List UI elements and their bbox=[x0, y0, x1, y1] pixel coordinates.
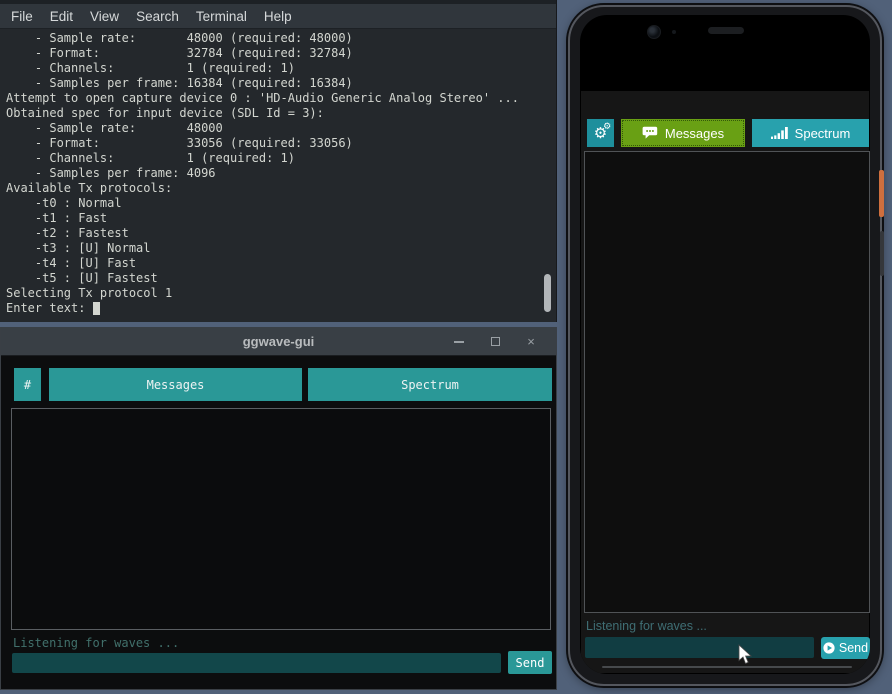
phone-settings-button[interactable]: ⚙⚙ bbox=[587, 119, 614, 147]
maximize-button[interactable] bbox=[484, 332, 506, 352]
menu-edit[interactable]: Edit bbox=[50, 9, 73, 24]
phone-tab-spectrum[interactable]: Spectrum bbox=[752, 119, 869, 147]
terminal-output: - Sample rate: 48000 (required: 48000) -… bbox=[6, 31, 544, 319]
menu-terminal[interactable]: Terminal bbox=[196, 9, 247, 24]
speech-bubble-icon bbox=[642, 126, 658, 140]
tab-messages-label: Messages bbox=[147, 378, 205, 392]
speaker-icon bbox=[708, 27, 744, 34]
terminal-scrollbar-thumb[interactable] bbox=[544, 274, 551, 312]
menu-search[interactable]: Search bbox=[136, 9, 179, 24]
status-text: Listening for waves ... bbox=[13, 636, 179, 650]
phone-status-text: Listening for waves ... bbox=[586, 619, 707, 633]
phone-message-input[interactable] bbox=[585, 637, 814, 658]
mouse-pointer-icon bbox=[738, 644, 754, 666]
phone-send-button[interactable]: Send bbox=[821, 637, 870, 659]
signal-bars-icon bbox=[771, 127, 788, 139]
phone-volume-button bbox=[880, 231, 884, 276]
close-icon: × bbox=[527, 334, 535, 349]
tab-spectrum-label: Spectrum bbox=[401, 378, 459, 392]
phone-tab-spectrum-label: Spectrum bbox=[795, 126, 851, 141]
tab-messages[interactable]: Messages bbox=[49, 368, 302, 401]
terminal-cursor bbox=[93, 302, 100, 315]
maximize-icon bbox=[491, 337, 500, 346]
phone-messages-panel bbox=[584, 151, 870, 613]
terminal-window: File Edit View Search Terminal Help - Sa… bbox=[0, 0, 557, 322]
terminal-menubar: File Edit View Search Terminal Help bbox=[0, 4, 556, 29]
send-button[interactable]: Send bbox=[508, 651, 552, 674]
play-circle-icon bbox=[823, 642, 835, 654]
menu-help[interactable]: Help bbox=[264, 9, 292, 24]
menu-file[interactable]: File bbox=[11, 9, 33, 24]
phone-send-label: Send bbox=[839, 641, 868, 655]
home-indicator bbox=[602, 666, 852, 668]
sensor-dot bbox=[672, 30, 676, 34]
phone-tab-messages[interactable]: Messages bbox=[621, 119, 745, 147]
phone-app: ⚙⚙ Messages bbox=[581, 91, 869, 673]
menu-view[interactable]: View bbox=[90, 9, 119, 24]
cogs-icon: ⚙⚙ bbox=[594, 126, 607, 141]
phone-power-button bbox=[879, 170, 884, 217]
tab-settings-label: # bbox=[24, 378, 31, 392]
messages-panel bbox=[11, 408, 551, 630]
tab-spectrum[interactable]: Spectrum bbox=[308, 368, 552, 401]
ggwave-titlebar[interactable]: ggwave-gui × bbox=[1, 327, 556, 356]
send-button-label: Send bbox=[516, 656, 545, 670]
tab-settings[interactable]: # bbox=[14, 368, 41, 401]
phone-tab-messages-label: Messages bbox=[665, 126, 724, 141]
minimize-icon bbox=[454, 341, 464, 343]
minimize-button[interactable] bbox=[448, 332, 470, 352]
phone-screen: ⚙⚙ Messages bbox=[580, 15, 870, 674]
phone: ⚙⚙ Messages bbox=[568, 5, 882, 686]
message-input[interactable] bbox=[12, 653, 501, 673]
ggwave-window: ggwave-gui × # Messages Spectrum Listeni… bbox=[0, 327, 557, 690]
camera-icon bbox=[647, 25, 661, 39]
close-button[interactable]: × bbox=[520, 332, 542, 352]
